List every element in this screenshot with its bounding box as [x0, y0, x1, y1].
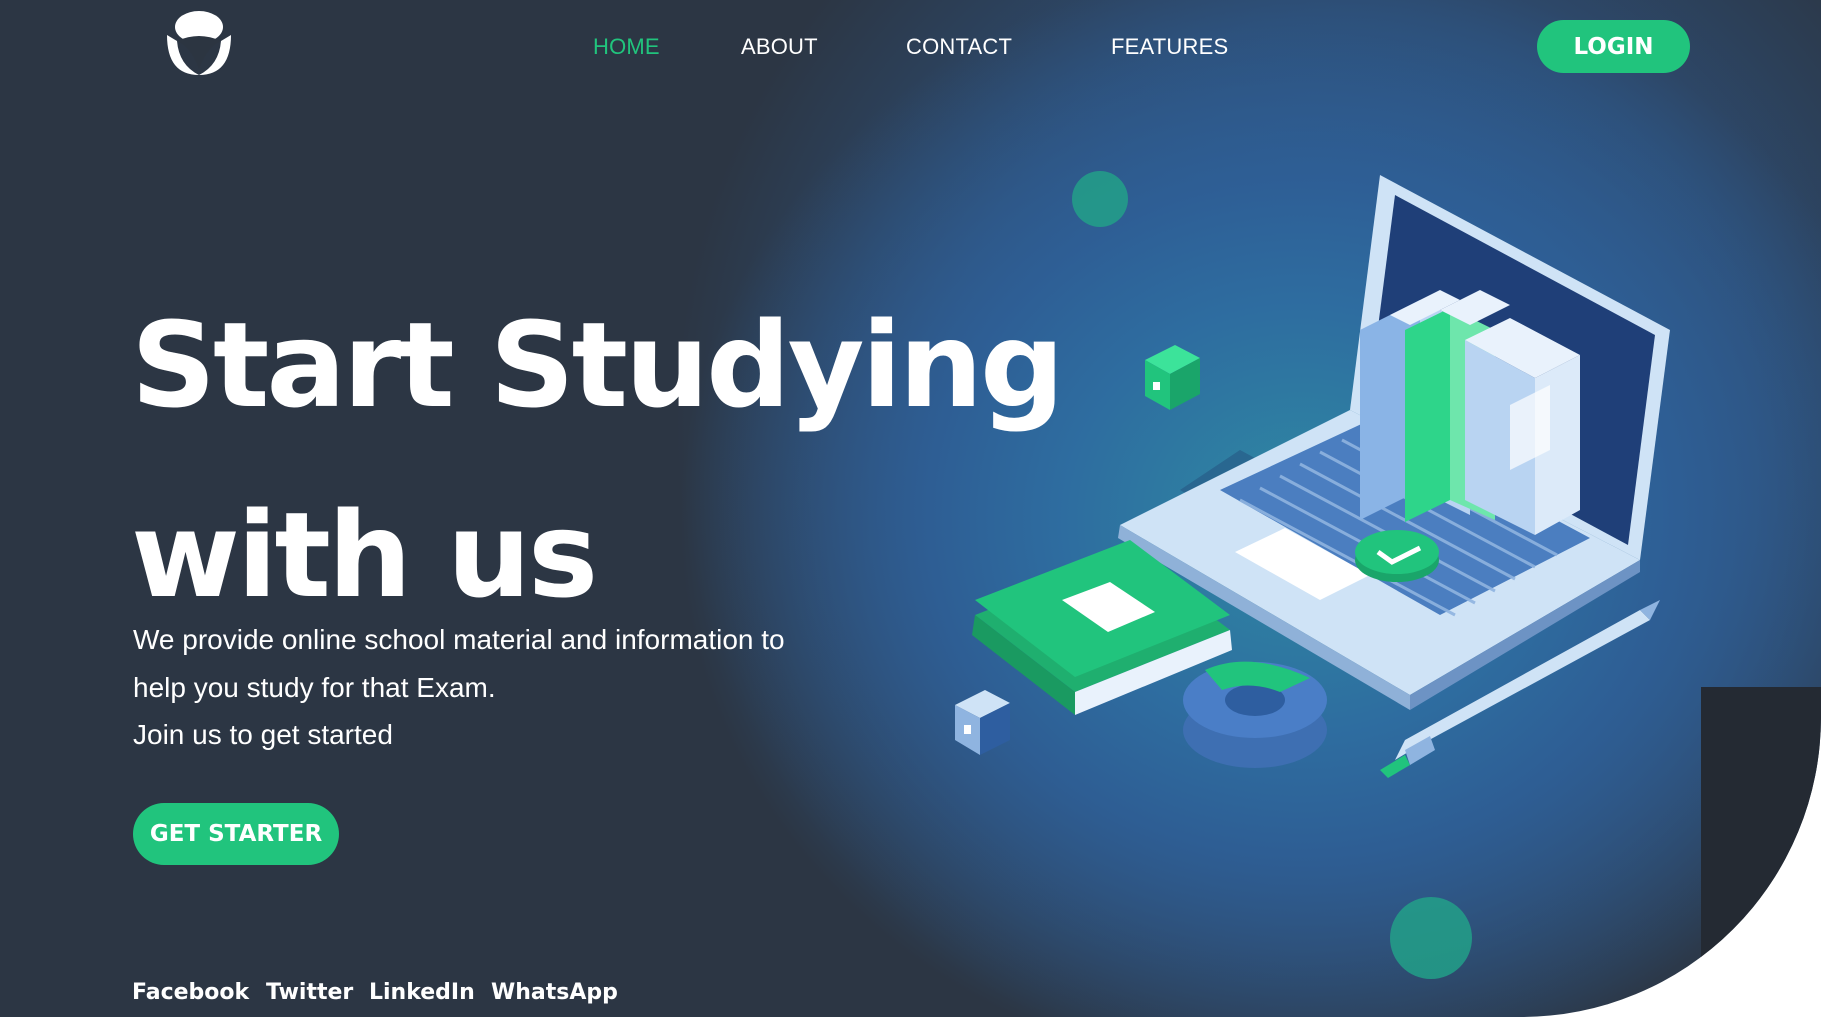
login-button[interactable]: LOGIN [1537, 20, 1690, 73]
social-whatsapp[interactable]: WhatsApp [491, 980, 618, 1005]
hero-section: HOME ABOUT CONTACT FEATURES LOGIN Start … [0, 0, 1821, 1017]
description-line-2: help you study for that Exam. [133, 671, 496, 703]
nav-features[interactable]: FEATURES [1111, 34, 1228, 60]
social-twitter[interactable]: Twitter [266, 980, 353, 1005]
hero-description: We provide online school material and in… [133, 616, 853, 759]
leaf-logo-icon[interactable] [163, 5, 235, 77]
laptop-books-illustration [955, 175, 1670, 778]
nav-home[interactable]: HOME [593, 34, 660, 60]
nav-about[interactable]: ABOUT [741, 34, 818, 60]
description-line-1: We provide online school material and in… [133, 624, 785, 655]
nav-contact[interactable]: CONTACT [906, 34, 1012, 60]
social-linkedin[interactable]: LinkedIn [369, 980, 475, 1005]
hero-corner-shadow [1701, 687, 1821, 1017]
get-started-button[interactable]: GET STARTER [133, 803, 339, 865]
social-facebook[interactable]: Facebook [132, 980, 249, 1005]
description-line-3: Join us to get started [133, 719, 393, 750]
decor-circle [1390, 897, 1472, 979]
